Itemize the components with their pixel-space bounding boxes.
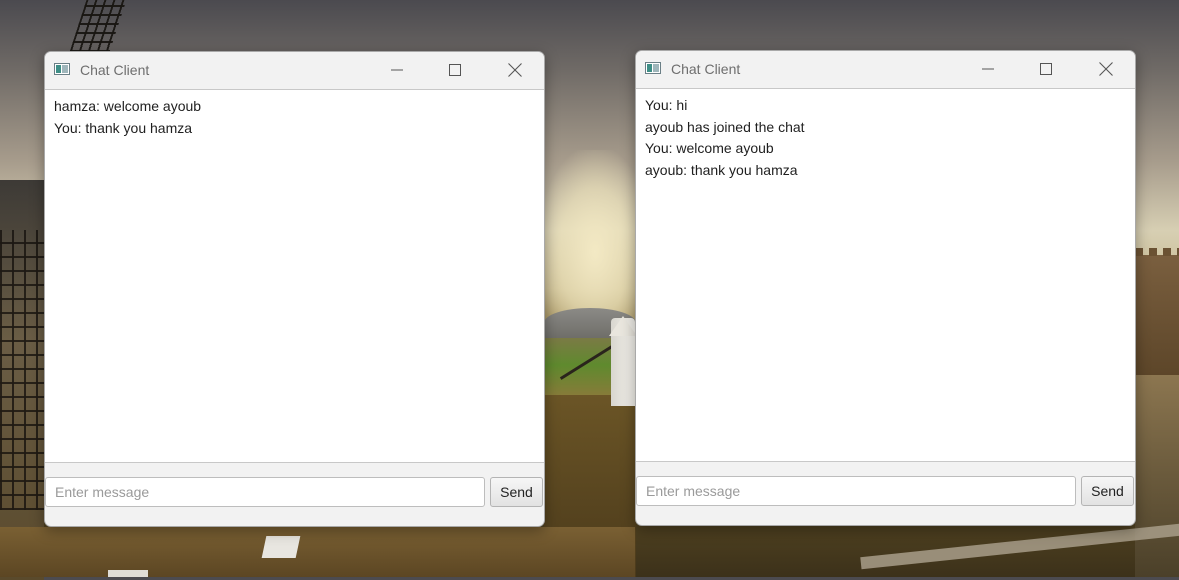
wallpaper-road [860, 522, 1179, 570]
wallpaper-castle-battlement [1135, 248, 1179, 256]
minimize-icon [982, 68, 994, 70]
close-button[interactable] [1083, 57, 1129, 81]
wallpaper-stone [261, 536, 301, 558]
message-input[interactable] [636, 476, 1076, 506]
chat-message: ayoub has joined the chat [645, 118, 805, 135]
wallpaper-sky-glow [540, 150, 650, 320]
message-input-row: Send [45, 477, 544, 509]
close-icon [1099, 62, 1113, 76]
message-input[interactable] [45, 477, 485, 507]
chat-message: hamza: welcome ayoub [54, 98, 202, 114]
wallpaper-left-windmill-sail [0, 230, 44, 510]
send-button[interactable]: Send [1081, 476, 1134, 506]
wallpaper-rocks [1135, 375, 1179, 577]
message-input-row: Send [636, 476, 1135, 508]
title-bar[interactable]: Chat Client [45, 52, 544, 89]
wallpaper-stone [108, 570, 148, 577]
chat-message: ayoub: thank you hamza [645, 161, 798, 178]
wallpaper-top-windmill-sail [69, 0, 127, 52]
close-icon [508, 63, 522, 77]
chat-client-window-right[interactable]: Chat Client You: hi ayoub has joined the… [635, 50, 1136, 526]
send-button[interactable]: Send [490, 477, 543, 507]
chat-message: You: thank you hamza [54, 119, 193, 136]
window-title: Chat Client [671, 61, 741, 77]
wallpaper-foreground [0, 527, 635, 577]
maximize-icon [449, 64, 461, 76]
minimize-button[interactable] [965, 57, 1011, 81]
chat-client-window-left[interactable]: Chat Client hamza: welcome ayoub You: th… [44, 51, 545, 527]
chat-message: You: hi [645, 97, 688, 113]
maximize-icon [1040, 63, 1052, 75]
maximize-button[interactable] [432, 58, 478, 82]
wallpaper-castle [1135, 255, 1179, 375]
wallpaper-windmill-roof [609, 316, 637, 336]
chat-history[interactable]: You: hi ayoub has joined the chat You: w… [636, 88, 1135, 462]
close-button[interactable] [492, 58, 538, 82]
chat-app-icon [54, 63, 70, 75]
chat-history[interactable]: hamza: welcome ayoub You: thank you hamz… [45, 89, 544, 463]
chat-message: You: welcome ayoub [645, 140, 774, 156]
minimize-icon [391, 69, 403, 71]
chat-app-icon [645, 62, 661, 74]
minimize-button[interactable] [374, 58, 420, 82]
window-title: Chat Client [80, 62, 150, 78]
title-bar[interactable]: Chat Client [636, 51, 1135, 88]
maximize-button[interactable] [1023, 57, 1069, 81]
